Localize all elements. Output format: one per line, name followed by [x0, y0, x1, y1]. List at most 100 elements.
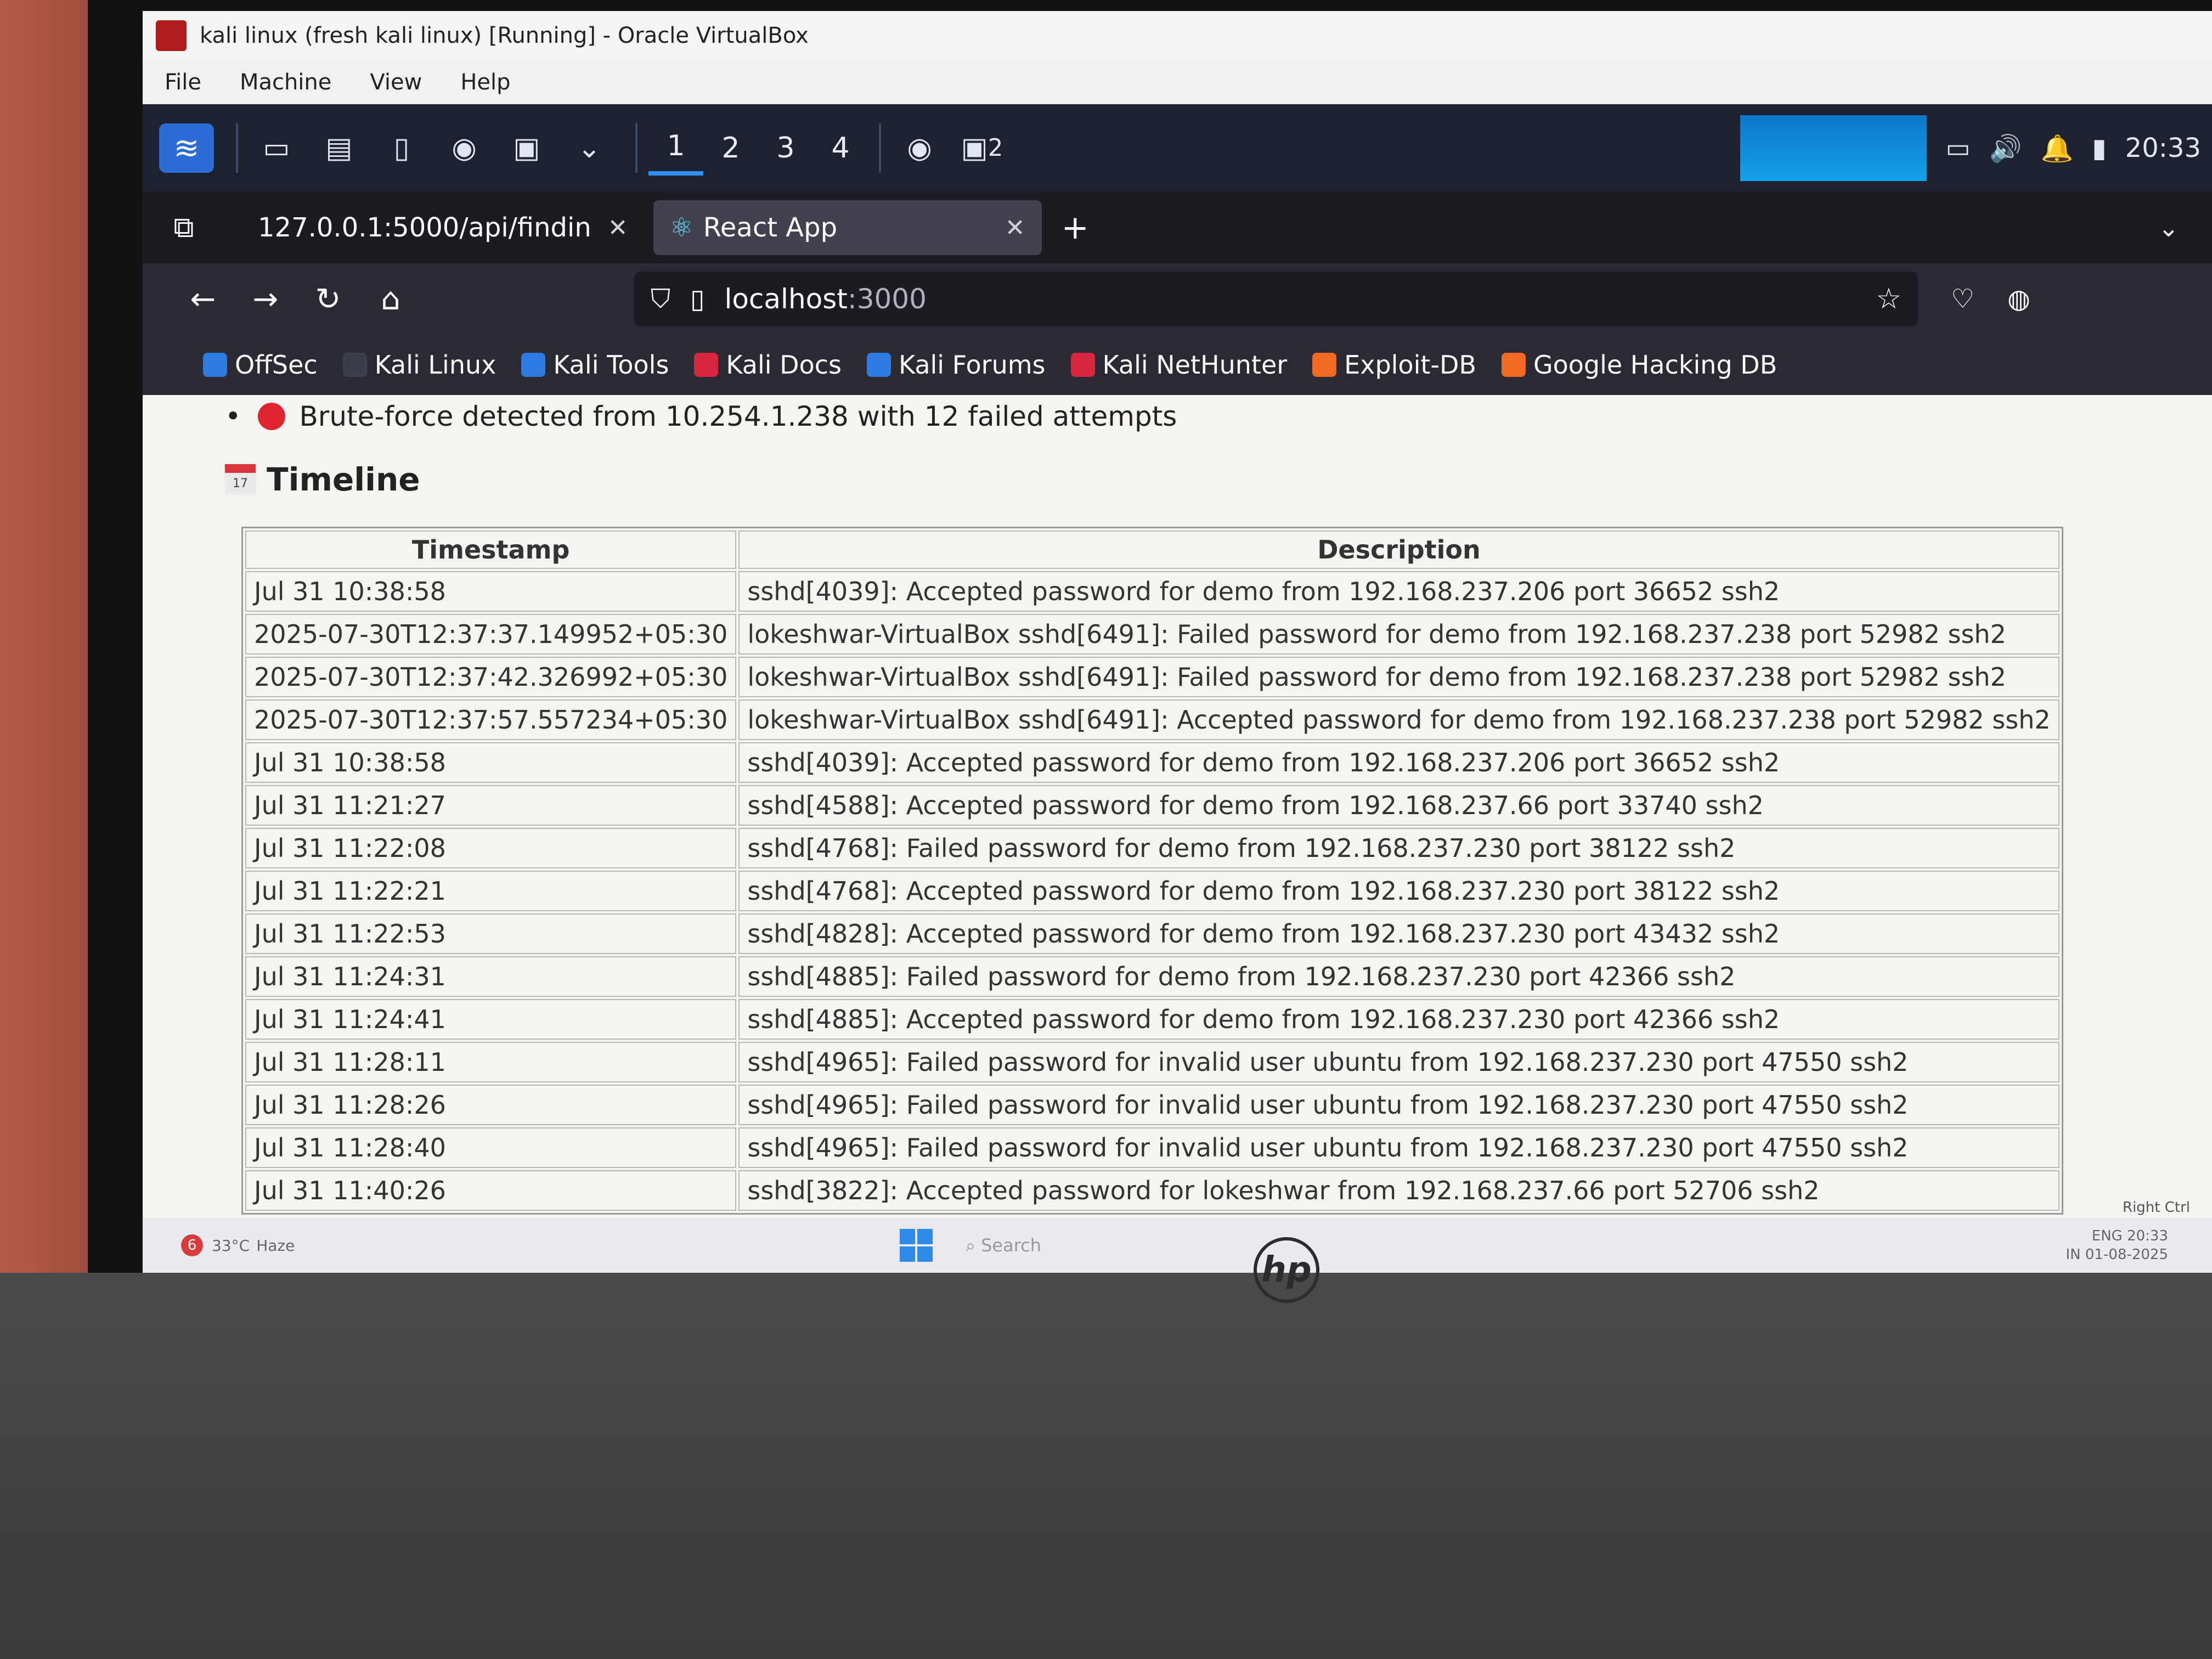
description-cell: sshd[4768]: Accepted password for demo f…	[738, 871, 2059, 911]
offsec-icon	[203, 353, 227, 377]
home-icon[interactable]: ⌂	[363, 272, 418, 326]
timestamp-cell: Jul 31 11:40:26	[245, 1170, 737, 1211]
table-row: Jul 31 11:24:41 sshd[4885]: Accepted pass…	[245, 999, 2059, 1040]
description-cell: sshd[3822]: Accepted password for lokesh…	[738, 1170, 2059, 1211]
table-row: 2025-07-30T12:37:42.326992+05:30 lokeshwa…	[245, 657, 2059, 697]
bookmark-label: Kali NetHunter	[1102, 350, 1288, 380]
table-row: Jul 31 11:22:08 sshd[4768]: Failed passwo…	[245, 828, 2059, 868]
close-tab-icon[interactable]: ✕	[1005, 214, 1025, 242]
table-row: 2025-07-30T12:37:37.149952+05:30 lokeshwa…	[245, 614, 2059, 654]
browser-navbar: ← → ↻ ⌂ ⛉ ▯ localhost:3000 ☆ ♡ ◍	[143, 263, 2212, 335]
bookmark-offsec[interactable]: OffSec	[203, 350, 318, 380]
bookmark-kali-tools[interactable]: Kali Tools	[521, 350, 669, 380]
address-bar[interactable]: ⛉ ▯ localhost:3000 ☆	[634, 272, 1918, 326]
bookmark-exploit-db[interactable]: Exploit-DB	[1312, 350, 1476, 380]
url-host: localhost	[724, 283, 848, 315]
bookmark-kali-forums[interactable]: Kali Forums	[866, 350, 1046, 380]
bookmark-label: Kali Forums	[898, 350, 1046, 380]
reload-icon[interactable]: ↻	[301, 272, 356, 326]
page-content: • Brute-force detected from 10.254.1.238…	[143, 395, 2212, 1218]
search-placeholder: Search	[981, 1234, 1042, 1256]
kali-menu-icon[interactable]: ≋	[159, 123, 214, 173]
bookmark-label: OffSec	[235, 350, 318, 380]
list-all-tabs-icon[interactable]: ⌄	[2158, 213, 2179, 242]
table-header-row: Timestamp Description	[245, 531, 2059, 569]
firefox-launcher-icon[interactable]: ◉	[437, 121, 492, 176]
new-tab-button[interactable]: +	[1062, 208, 1089, 247]
bookmarks-toolbar: OffSec Kali Linux Kali Tools Kali Docs K…	[143, 335, 2212, 395]
description-cell: sshd[4965]: Failed password for invalid …	[738, 1127, 2059, 1168]
workspace-1[interactable]: 1	[648, 121, 703, 176]
workspace-3[interactable]: 3	[758, 121, 813, 176]
language: ENG	[2091, 1228, 2123, 1244]
menu-help[interactable]: Help	[460, 70, 510, 95]
kali-dragon-icon	[342, 353, 367, 377]
kali-docs-icon	[694, 353, 719, 377]
tab-react-app[interactable]: ⚛ React App ✕	[653, 200, 1042, 255]
alert-text: Brute-force detected from 10.254.1.238 w…	[299, 400, 1177, 432]
weather-badge: 6	[181, 1234, 203, 1256]
menu-view[interactable]: View	[370, 70, 422, 95]
account-icon[interactable]: ◍	[2007, 284, 2030, 314]
timestamp-cell: Jul 31 11:22:21	[245, 871, 737, 911]
header-timestamp: Timestamp	[245, 531, 737, 569]
description-cell: sshd[4588]: Accepted password for demo f…	[738, 785, 2059, 826]
ghdb-icon	[1501, 353, 1526, 377]
workspace-4[interactable]: 4	[813, 121, 868, 176]
tab-title: React App	[703, 212, 838, 243]
timestamp-cell: Jul 31 11:28:11	[245, 1042, 737, 1082]
description-cell: sshd[4039]: Accepted password for demo f…	[738, 571, 2059, 612]
show-desktop-icon[interactable]: ▭	[249, 121, 304, 176]
windows-start-icon[interactable]	[900, 1229, 933, 1262]
bookmark-kali-nethunter[interactable]: Kali NetHunter	[1070, 350, 1288, 380]
virtualbox-icon	[156, 20, 187, 51]
weather-widget[interactable]: 6 33°C Haze	[181, 1234, 295, 1256]
kali-top-panel: ≋ ▭ ▤ ▯ ◉ ▣ ⌄ 1 2 3 4 ◉ ▣ 2 ▭ 🔊 🔔 ▮ 20:33	[143, 104, 2212, 192]
red-circle-icon	[257, 403, 285, 430]
terminal-window-icon[interactable]: ▣ 2	[955, 121, 1009, 176]
description-cell: sshd[4885]: Accepted password for demo f…	[738, 999, 2059, 1040]
taskbar-search[interactable]: ⌕ Search	[966, 1235, 1041, 1256]
host-date: 01-08-2025	[2085, 1246, 2168, 1263]
workspace-2[interactable]: 2	[703, 121, 758, 176]
text-editor-icon[interactable]: ▯	[374, 121, 429, 176]
timestamp-cell: Jul 31 10:38:58	[245, 742, 737, 783]
clock[interactable]: 20:33	[2125, 133, 2201, 163]
battery-icon[interactable]: ▮	[2092, 133, 2106, 163]
pocket-icon[interactable]: ♡	[1951, 284, 1974, 314]
host-taskbar: 6 33°C Haze ⌕ Search Right Ctrl ENG 20:3…	[143, 1199, 2212, 1273]
virtualbox-titlebar: kali linux (fresh kali linux) [Running] …	[143, 11, 2212, 60]
exploit-db-icon	[1312, 353, 1337, 377]
bookmark-google-hacking-db[interactable]: Google Hacking DB	[1501, 350, 1778, 380]
bookmark-kali-linux[interactable]: Kali Linux	[342, 350, 496, 380]
timestamp-cell: Jul 31 11:22:53	[245, 913, 737, 954]
close-tab-icon[interactable]: ✕	[608, 214, 628, 242]
timestamp-cell: 2025-07-30T12:37:37.149952+05:30	[245, 614, 737, 654]
bell-icon[interactable]: 🔔	[2040, 133, 2073, 164]
forward-icon[interactable]: →	[238, 272, 293, 326]
menu-machine[interactable]: Machine	[240, 70, 331, 95]
firefox-window-icon[interactable]: ◉	[892, 121, 947, 176]
timeline-table-body: Jul 31 10:38:58 sshd[4039]: Accepted pass…	[245, 571, 2059, 1211]
bookmark-label: Google Hacking DB	[1533, 350, 1778, 380]
bookmark-star-icon[interactable]: ☆	[1876, 283, 1901, 315]
file-manager-icon[interactable]: ▤	[312, 121, 366, 176]
tab-api-findings[interactable]: 127.0.0.1:5000/api/findin ✕	[241, 200, 645, 255]
display-icon[interactable]: ▭	[1945, 133, 1970, 163]
menu-file[interactable]: File	[165, 70, 201, 95]
laptop-screen: kali linux (fresh kali linux) [Running] …	[143, 11, 2212, 1273]
bookmark-kali-docs[interactable]: Kali Docs	[694, 350, 842, 380]
table-row: Jul 31 11:24:31 sshd[4885]: Failed passwo…	[245, 956, 2059, 997]
timestamp-cell: Jul 31 11:24:31	[245, 956, 737, 997]
chevron-down-icon[interactable]: ⌄	[562, 121, 617, 176]
terminal-launcher-icon[interactable]: ▣	[499, 121, 554, 176]
back-icon[interactable]: ←	[176, 272, 230, 326]
tab-overview-icon[interactable]: ⧉	[159, 203, 208, 252]
shield-icon[interactable]: ⛉	[651, 284, 670, 315]
list-bullet: •	[225, 400, 241, 432]
timestamp-cell: 2025-07-30T12:37:57.557234+05:30	[245, 699, 737, 740]
bookmark-label: Kali Linux	[374, 350, 496, 380]
system-tray[interactable]: ENG 20:33 IN 01-08-2025	[2066, 1227, 2169, 1264]
volume-icon[interactable]: 🔊	[1989, 133, 2022, 164]
page-icon: ▯	[690, 284, 705, 314]
